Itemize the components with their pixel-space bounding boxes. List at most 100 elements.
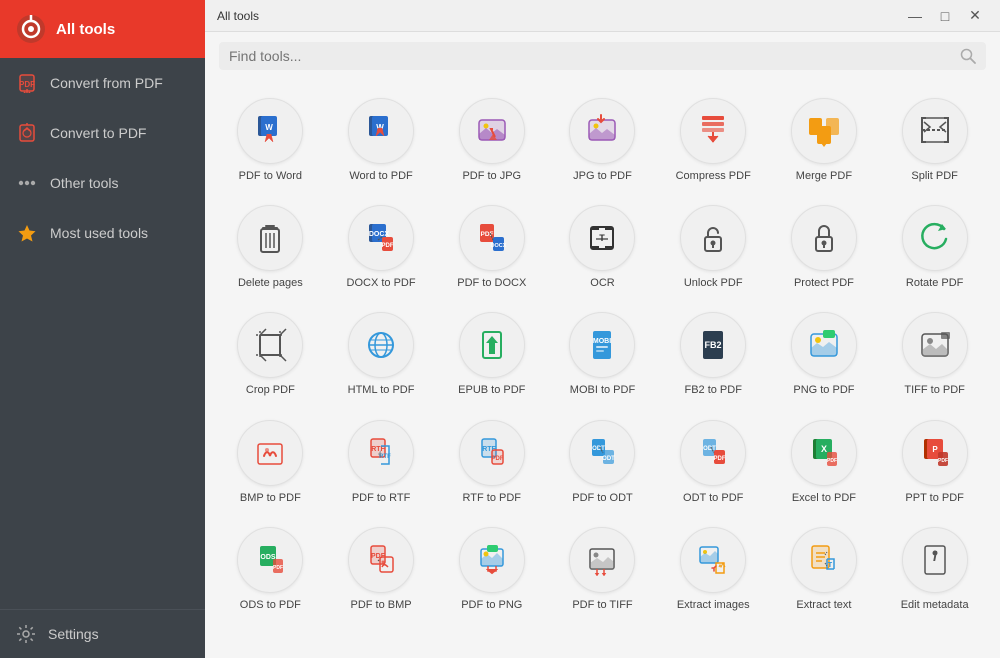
- tool-protect-pdf[interactable]: Protect PDF: [773, 197, 876, 296]
- tool-label: MOBI to PDF: [570, 384, 635, 397]
- svg-text:W: W: [266, 123, 274, 132]
- tool-bmp-to-pdf[interactable]: BMP to PDF: [219, 412, 322, 511]
- tool-extract-text[interactable]: T Extract text: [773, 519, 876, 618]
- tool-pdf-to-rtf[interactable]: RTF RTF PDF to RTF: [330, 412, 433, 511]
- tool-excel-to-pdf[interactable]: X PDF Excel to PDF: [773, 412, 876, 511]
- svg-text:X: X: [821, 444, 827, 454]
- sidebar-settings[interactable]: Settings: [0, 609, 205, 658]
- tool-label: PDF to BMP: [351, 599, 412, 612]
- tool-compress-pdf[interactable]: Compress PDF: [662, 90, 765, 189]
- sidebar-item-other-tools-label: Other tools: [50, 175, 118, 191]
- tool-label: JPG to PDF: [573, 170, 632, 183]
- svg-text:PDF: PDF: [19, 80, 35, 89]
- tool-mobi-to-pdf[interactable]: MOBI MOBI to PDF: [551, 304, 654, 403]
- tool-label: Compress PDF: [676, 170, 751, 183]
- tool-pdf-to-png[interactable]: PDF to PNG: [440, 519, 543, 618]
- tool-fb2-to-pdf[interactable]: FB2 FB2 to PDF: [662, 304, 765, 403]
- svg-text:P: P: [932, 445, 938, 454]
- tool-label: PDF to RTF: [352, 492, 410, 505]
- sidebar-all-tools-label: All tools: [56, 21, 115, 38]
- svg-text:PDF: PDF: [491, 456, 503, 462]
- tool-pdf-to-docx[interactable]: PDF DOCX PDF to DOCX: [440, 197, 543, 296]
- tool-html-to-pdf[interactable]: HTML to PDF: [330, 304, 433, 403]
- maximize-button[interactable]: □: [932, 3, 958, 29]
- tool-label: Excel to PDF: [792, 492, 856, 505]
- tool-label: DOCX to PDF: [347, 277, 416, 290]
- settings-label: Settings: [48, 626, 99, 642]
- tool-edit-metadata[interactable]: i Edit metadata: [883, 519, 986, 618]
- tool-odt-to-pdf[interactable]: ODT PDF ODT to PDF: [662, 412, 765, 511]
- svg-text:FB2: FB2: [705, 340, 722, 350]
- tool-pdf-to-jpg[interactable]: PDF to JPG: [440, 90, 543, 189]
- svg-text:i: i: [933, 548, 938, 564]
- sidebar-item-most-used-tools[interactable]: Most used tools: [0, 208, 205, 258]
- sidebar: All tools PDF Convert from PDF Convert t…: [0, 0, 205, 658]
- tool-label: Split PDF: [911, 170, 957, 183]
- tool-label: ODT to PDF: [683, 492, 743, 505]
- tool-pdf-to-odt[interactable]: ODT ODT PDF to ODT: [551, 412, 654, 511]
- tool-label: Crop PDF: [246, 384, 295, 397]
- tool-rtf-to-pdf[interactable]: RTF PDF RTF to PDF: [440, 412, 543, 511]
- close-button[interactable]: ✕: [962, 3, 988, 29]
- tool-epub-to-pdf[interactable]: EPUB to PDF: [440, 304, 543, 403]
- tool-label: Merge PDF: [796, 170, 852, 183]
- tool-merge-pdf[interactable]: Merge PDF: [773, 90, 876, 189]
- tool-label: PPT to PDF: [905, 492, 963, 505]
- sidebar-item-convert-to-pdf-label: Convert to PDF: [50, 125, 146, 141]
- tools-grid: W PDF to Word W Word to PDF: [205, 80, 1000, 658]
- tool-label: Unlock PDF: [684, 277, 743, 290]
- titlebar-title: All tools: [217, 9, 259, 23]
- tool-label: ODS to PDF: [240, 599, 301, 612]
- tool-label: Edit metadata: [901, 599, 969, 612]
- tool-unlock-pdf[interactable]: Unlock PDF: [662, 197, 765, 296]
- tool-label: Delete pages: [238, 277, 303, 290]
- tool-pdf-to-bmp[interactable]: PDF PDF to BMP: [330, 519, 433, 618]
- tool-label: Word to PDF: [349, 170, 412, 183]
- sidebar-item-convert-from-pdf[interactable]: PDF Convert from PDF: [0, 58, 205, 108]
- tool-label: BMP to PDF: [240, 492, 301, 505]
- tool-delete-pages[interactable]: Delete pages: [219, 197, 322, 296]
- svg-text:PDF: PDF: [714, 456, 726, 462]
- titlebar: All tools — □ ✕: [205, 0, 1000, 32]
- tool-extract-images[interactable]: Extract images: [662, 519, 765, 618]
- tool-split-pdf[interactable]: Split PDF: [883, 90, 986, 189]
- svg-text:PDF: PDF: [273, 565, 283, 571]
- tool-tiff-to-pdf[interactable]: TIFF to PDF: [883, 304, 986, 403]
- sidebar-item-convert-to-pdf[interactable]: Convert to PDF: [0, 108, 205, 158]
- most-used-tools-icon: [16, 222, 38, 244]
- tool-label: TIFF to PDF: [904, 384, 965, 397]
- tool-crop-pdf[interactable]: Crop PDF: [219, 304, 322, 403]
- other-tools-icon: [16, 172, 38, 194]
- titlebar-controls: — □ ✕: [902, 3, 988, 29]
- tool-label: PDF to DOCX: [457, 277, 526, 290]
- tool-label: Protect PDF: [794, 277, 854, 290]
- tool-pdf-to-tiff[interactable]: PDF to TIFF: [551, 519, 654, 618]
- tool-label: PDF to PNG: [461, 599, 522, 612]
- sidebar-logo[interactable]: All tools: [0, 0, 205, 58]
- minimize-button[interactable]: —: [902, 3, 928, 29]
- svg-text:PDF: PDF: [382, 243, 394, 249]
- tool-ocr[interactable]: T OCR: [551, 197, 654, 296]
- tool-label: PDF to TIFF: [572, 599, 632, 612]
- tool-rotate-pdf[interactable]: Rotate PDF: [883, 197, 986, 296]
- tool-png-to-pdf[interactable]: PNG to PDF: [773, 304, 876, 403]
- tool-jpg-to-pdf[interactable]: JPG to PDF: [551, 90, 654, 189]
- svg-text:ODT: ODT: [603, 456, 616, 462]
- search-input[interactable]: [229, 48, 960, 64]
- search-bar: [205, 32, 1000, 80]
- tool-label: PDF to Word: [239, 170, 302, 183]
- tool-pdf-to-word[interactable]: W PDF to Word: [219, 90, 322, 189]
- tool-docx-to-pdf[interactable]: DOCX PDF DOCX to PDF: [330, 197, 433, 296]
- sidebar-item-other-tools[interactable]: Other tools: [0, 158, 205, 208]
- app-logo-icon: [16, 14, 46, 44]
- tool-label: Extract images: [677, 599, 750, 612]
- tool-ods-to-pdf[interactable]: ODS PDF ODS to PDF: [219, 519, 322, 618]
- tool-label: PDF to JPG: [462, 170, 521, 183]
- tool-label: Extract text: [796, 599, 851, 612]
- svg-text:RTF: RTF: [371, 446, 385, 453]
- svg-text:DOCX: DOCX: [490, 243, 506, 249]
- svg-text:MOBI: MOBI: [593, 338, 611, 345]
- tool-label: HTML to PDF: [348, 384, 415, 397]
- tool-word-to-pdf[interactable]: W Word to PDF: [330, 90, 433, 189]
- tool-ppt-to-pdf[interactable]: P PDF PPT to PDF: [883, 412, 986, 511]
